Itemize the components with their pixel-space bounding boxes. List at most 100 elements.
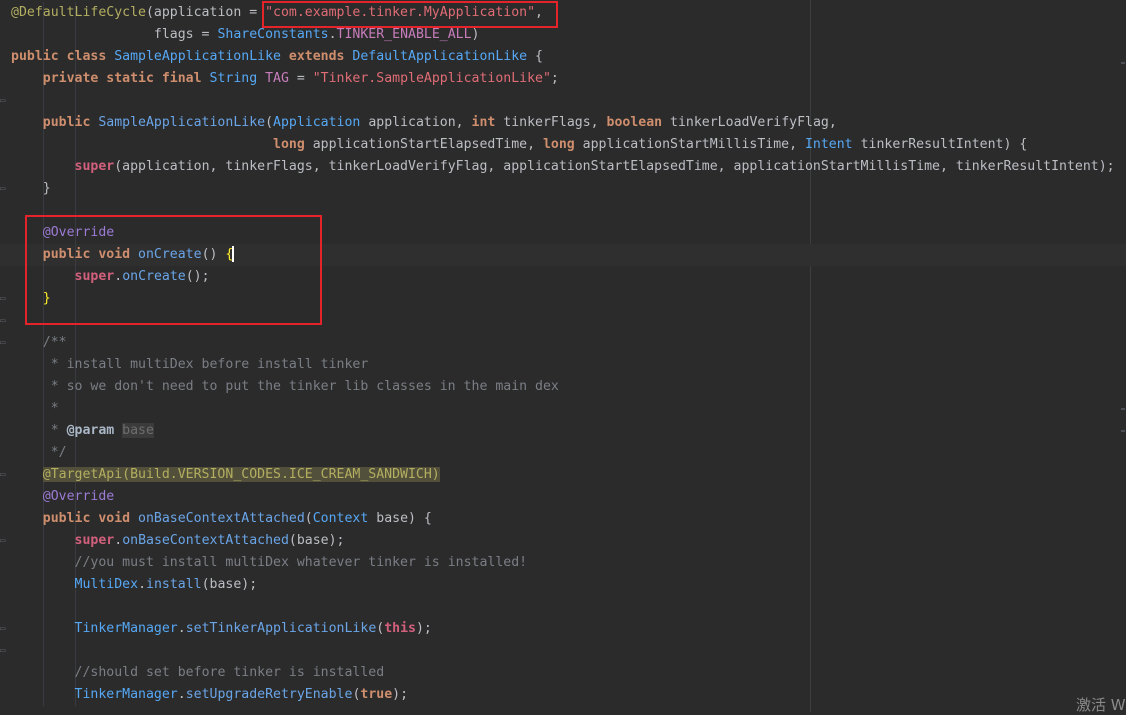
code-token: * install multiDex before install tinker <box>50 357 369 372</box>
code-token: public void <box>42 511 139 526</box>
indent-guide <box>75 442 76 464</box>
code-line[interactable]: @DefaultLifeCycle(application = "com.exa… <box>0 2 1126 24</box>
code-token: applicationStartMillisTime, <box>582 137 805 152</box>
code-line[interactable]: @Override <box>0 486 1126 508</box>
fold-marker-icon[interactable]: ▭ <box>0 646 8 656</box>
code-line[interactable]: ▭ <box>0 640 1126 662</box>
code-line[interactable] <box>0 596 1126 618</box>
code-token: ; <box>550 71 559 86</box>
code-token: . <box>114 533 123 548</box>
code-line[interactable]: * so we don't need to put the tinker lib… <box>0 376 1126 398</box>
code-text: TinkerManager.setUpgradeRetryEnable(true… <box>11 684 409 706</box>
code-token: . <box>328 27 337 42</box>
code-line[interactable]: ▭ super.onBaseContextAttached(base); <box>0 530 1126 552</box>
code-text: long applicationStartElapsedTime, long a… <box>11 134 1027 156</box>
code-line[interactable]: ▭ TinkerManager.setTinkerApplicationLike… <box>0 618 1126 640</box>
code-line[interactable]: ▭ /** <box>0 332 1126 354</box>
code-text: private static final String TAG = "Tinke… <box>11 68 559 90</box>
error-stripe[interactable] <box>1120 0 1126 712</box>
code-token: (); <box>185 269 210 284</box>
fold-marker-icon[interactable]: ▭ <box>0 96 8 106</box>
fold-marker-icon[interactable]: ▭ <box>0 470 8 480</box>
code-text: */ <box>11 442 67 464</box>
code-token: int <box>471 115 504 130</box>
indent-guide <box>43 596 44 618</box>
code-line[interactable]: @Override <box>0 222 1126 244</box>
code-line[interactable]: public void onBaseContextAttached(Contex… <box>0 508 1126 530</box>
code-line[interactable]: * @param base <box>0 420 1126 442</box>
code-token: onBaseContextAttached <box>138 511 305 526</box>
code-line[interactable]: //you must install multiDex whatever tin… <box>0 552 1126 574</box>
matched-brace: } <box>42 291 51 306</box>
code-token: ) <box>471 27 480 42</box>
code-line[interactable]: * <box>0 398 1126 420</box>
code-token: TAG <box>265 71 289 86</box>
code-token: (application = <box>145 5 266 20</box>
code-line[interactable]: */ <box>0 442 1126 464</box>
code-token: true <box>360 687 393 702</box>
code-editor[interactable]: @DefaultLifeCycle(application = "com.exa… <box>0 2 1126 706</box>
code-line[interactable]: public class SampleApplicationLike exten… <box>0 46 1126 68</box>
code-line[interactable]: public void onCreate() { <box>0 244 1126 266</box>
code-line[interactable]: ▭ @TargetApi(Build.VERSION_CODES.ICE_CRE… <box>0 464 1126 486</box>
code-token: this <box>384 621 416 636</box>
code-line[interactable]: //should set before tinker is installed <box>0 662 1126 684</box>
code-line[interactable] <box>0 200 1126 222</box>
code-text: super.onBaseContextAttached(base); <box>11 530 345 552</box>
code-token: } <box>11 181 51 196</box>
code-token: TinkerManager <box>74 621 178 636</box>
fold-marker-icon[interactable]: ▭ <box>0 624 8 634</box>
code-token: public <box>42 115 99 130</box>
code-line[interactable]: ▭ } <box>0 178 1126 200</box>
code-line[interactable]: flags = ShareConstants.TINKER_ENABLE_ALL… <box>0 24 1126 46</box>
code-token: (base); <box>288 533 345 548</box>
code-token: String <box>209 71 266 86</box>
code-line[interactable]: long applicationStartElapsedTime, long a… <box>0 134 1126 156</box>
code-line[interactable]: * install multiDex before install tinker <box>0 354 1126 376</box>
indent-guide <box>75 200 76 222</box>
fold-marker-icon[interactable]: ▭ <box>0 294 8 304</box>
code-token: super <box>74 533 115 548</box>
indent-guide <box>75 640 76 662</box>
code-line[interactable]: super(application, tinkerFlags, tinkerLo… <box>0 156 1126 178</box>
code-token: base) { <box>368 511 432 526</box>
code-line[interactable]: TinkerManager.setUpgradeRetryEnable(true… <box>0 684 1126 706</box>
code-text: /** <box>11 332 67 354</box>
code-token: /** <box>42 335 67 350</box>
code-line[interactable]: public SampleApplicationLike(Application… <box>0 112 1126 134</box>
code-line[interactable]: ▭ <box>0 310 1126 332</box>
code-token: application, <box>360 115 472 130</box>
code-text: public class SampleApplicationLike exten… <box>11 46 543 68</box>
fold-marker-icon[interactable]: ▭ <box>0 536 8 546</box>
code-token: */ <box>50 445 67 460</box>
code-line[interactable]: super.onCreate(); <box>0 266 1126 288</box>
code-token: //should set before tinker is installed <box>74 665 385 680</box>
code-text: } <box>11 288 51 310</box>
code-token: @Override <box>42 489 115 504</box>
fold-marker-icon[interactable]: ▭ <box>0 184 8 194</box>
indent-guide <box>43 90 44 112</box>
code-text: super(application, tinkerFlags, tinkerLo… <box>11 156 1115 178</box>
code-token: MultiDex <box>74 577 139 592</box>
code-token: * <box>50 401 59 416</box>
code-line[interactable]: ▭ <box>0 90 1126 112</box>
code-token: applicationStartElapsedTime, <box>312 137 543 152</box>
text-caret <box>232 246 235 262</box>
code-text: public SampleApplicationLike(Application… <box>11 112 837 134</box>
fold-marker-icon[interactable]: ▭ <box>0 338 8 348</box>
code-line[interactable]: private static final String TAG = "Tinke… <box>0 68 1126 90</box>
code-text: @Override <box>11 222 114 244</box>
code-line[interactable]: ▭ } <box>0 288 1126 310</box>
fold-marker-icon[interactable]: ▭ <box>0 316 8 326</box>
code-line[interactable]: MultiDex.install(base); <box>0 574 1126 596</box>
indent-guide <box>75 90 76 112</box>
code-token: boolean <box>606 115 671 130</box>
code-token: () <box>201 247 226 262</box>
